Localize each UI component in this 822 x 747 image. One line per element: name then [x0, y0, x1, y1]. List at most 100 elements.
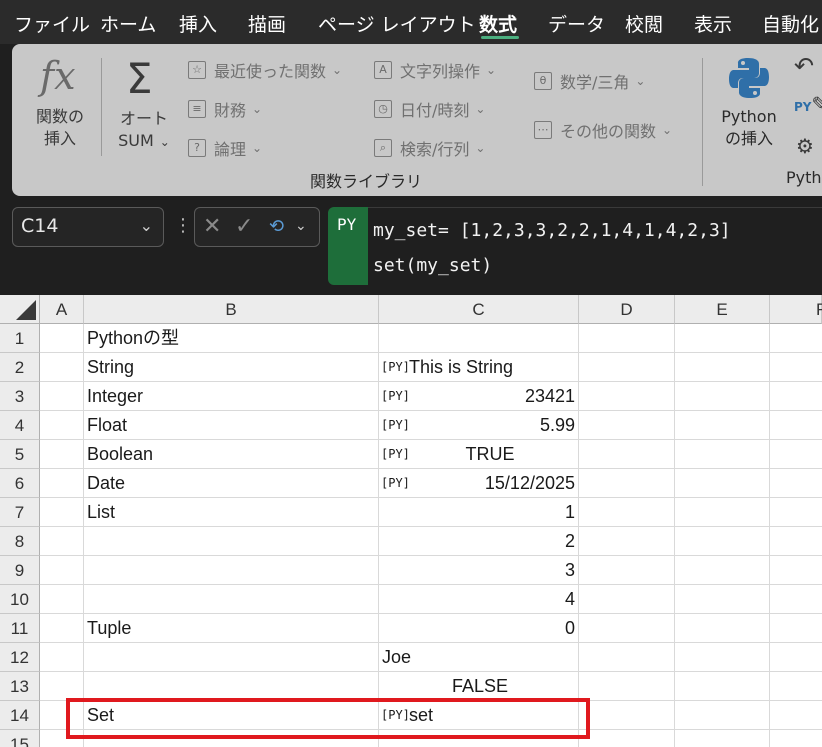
tab-review[interactable]: 校閲 — [625, 10, 663, 37]
row-header-13[interactable]: 13 — [0, 672, 40, 701]
column-header-d[interactable]: D — [579, 295, 675, 324]
column-header-b[interactable]: B — [84, 295, 379, 324]
magnifier-icon: ⌕ — [374, 139, 392, 157]
python-group-label: Pyth — [786, 168, 822, 187]
enter-check-icon[interactable]: ✓ — [235, 214, 253, 239]
column-header-e[interactable]: E — [675, 295, 770, 324]
name-box[interactable]: C14 ⌄ — [12, 207, 164, 247]
cell-b5[interactable]: Boolean — [87, 440, 153, 469]
row-header-4[interactable]: 4 — [0, 411, 40, 440]
recent-functions-label: 最近使った関数 — [214, 62, 327, 81]
tab-data[interactable]: データ — [548, 10, 605, 37]
text-functions-label: 文字列操作 — [400, 62, 481, 81]
name-box-value: C14 — [21, 215, 59, 237]
row-header-8[interactable]: 8 — [0, 527, 40, 556]
more-functions-label: その他の関数 — [560, 122, 657, 141]
tab-file[interactable]: ファイル — [14, 10, 90, 37]
formula-line-1: my_set= [1,2,3,3,2,2,1,4,1,4,2,3] — [373, 220, 731, 241]
python-editor-icon[interactable]: PY✎ — [794, 92, 822, 116]
cell-c6[interactable]: 15/12/2025 — [380, 469, 575, 498]
cell-c3[interactable]: 23421 — [380, 382, 575, 411]
cell-c7[interactable]: 1 — [380, 498, 575, 527]
grid-line — [769, 324, 770, 747]
row-header-11[interactable]: 11 — [0, 614, 40, 643]
lookup-button[interactable]: ⌕ 検索/行列 ⌄ — [374, 136, 485, 160]
cell-b4[interactable]: Float — [87, 411, 127, 440]
datetime-button[interactable]: ◷ 日付/時刻 ⌄ — [374, 97, 485, 121]
tab-view[interactable]: 表示 — [694, 10, 732, 37]
tab-draw[interactable]: 描画 — [248, 10, 286, 37]
row-header-2[interactable]: 2 — [0, 353, 40, 382]
cell-b6[interactable]: Date — [87, 469, 125, 498]
cell-c2[interactable]: This is String — [409, 353, 513, 382]
cell-b11[interactable]: Tuple — [87, 614, 131, 643]
cell-c13[interactable]: FALSE — [390, 672, 570, 701]
financial-button[interactable]: ≡ 財務 ⌄ — [188, 97, 262, 121]
cell-c11[interactable]: 0 — [380, 614, 575, 643]
row-header-7[interactable]: 7 — [0, 498, 40, 527]
text-functions-button[interactable]: A 文字列操作 ⌄ — [374, 58, 496, 82]
column-header-f[interactable]: F — [770, 295, 822, 324]
cell-c8[interactable]: 2 — [380, 527, 575, 556]
formula-actions: ✕ ✓ ⟲ ⌄ — [194, 207, 320, 247]
python-settings-icon[interactable]: ⚙ — [796, 134, 814, 158]
chevron-down-icon[interactable]: ⌄ — [295, 218, 307, 234]
grid-line — [674, 324, 675, 747]
row-header-10[interactable]: 10 — [0, 585, 40, 614]
insert-function-button[interactable]: fx 関数の 挿入 — [30, 54, 90, 154]
row-header-14[interactable]: 14 — [0, 701, 40, 730]
cell-c5[interactable]: TRUE — [400, 440, 580, 469]
vertical-ellipsis-icon[interactable]: ⋮ — [174, 215, 192, 236]
cell-b7[interactable]: List — [87, 498, 115, 527]
tab-insert[interactable]: 挿入 — [179, 10, 217, 37]
tab-home[interactable]: ホーム — [100, 10, 156, 37]
row-header-1[interactable]: 1 — [0, 324, 40, 353]
cell-c12[interactable]: Joe — [382, 643, 411, 672]
chevron-down-icon[interactable]: ⌄ — [140, 216, 153, 235]
more-functions-button[interactable]: ⋯ その他の関数 ⌄ — [534, 118, 672, 142]
star-icon: ☆ — [188, 61, 206, 79]
formula-line-2: set(my_set) — [373, 255, 493, 276]
insert-python-button[interactable]: Python の挿入 — [714, 52, 784, 162]
column-header-c[interactable]: C — [379, 295, 579, 324]
tab-automate[interactable]: 自動化 — [762, 10, 819, 37]
grid-line — [83, 324, 84, 747]
cell-c4[interactable]: 5.99 — [380, 411, 575, 440]
grid-line — [378, 324, 379, 747]
cell-b1[interactable]: Pythonの型 — [87, 324, 179, 353]
question-icon: ? — [188, 139, 206, 157]
row-header-5[interactable]: 5 — [0, 440, 40, 469]
spreadsheet-grid: A B C D E F 1 2 3 4 5 6 7 8 9 10 11 12 13 14 15 Python… — [0, 295, 822, 747]
cell-c9[interactable]: 3 — [380, 556, 575, 585]
clock-icon: ◷ — [374, 100, 392, 118]
row-header-9[interactable]: 9 — [0, 556, 40, 585]
row-header-3[interactable]: 3 — [0, 382, 40, 411]
select-all-button[interactable] — [0, 295, 40, 324]
cell-b3[interactable]: Integer — [87, 382, 143, 411]
python-logo-icon — [729, 58, 769, 98]
autosum-label-2: SUM ⌄ — [118, 131, 170, 150]
python-output-icon[interactable]: ⟲ — [269, 216, 284, 237]
math-button[interactable]: θ 数学/三角 ⌄ — [534, 69, 645, 93]
cell-c10[interactable]: 4 — [380, 585, 575, 614]
python-badge-label: PY — [337, 215, 357, 234]
recent-functions-button[interactable]: ☆ 最近使った関数 ⌄ — [188, 58, 342, 82]
row-header-6[interactable]: 6 — [0, 469, 40, 498]
row-header-12[interactable]: 12 — [0, 643, 40, 672]
more-icon: ⋯ — [534, 121, 552, 139]
column-header-a[interactable]: A — [40, 295, 84, 324]
autosum-button[interactable]: Σ オート SUM ⌄ — [112, 54, 176, 154]
logical-button[interactable]: ? 論理 ⌄ — [188, 136, 262, 160]
cell-b2[interactable]: String — [87, 353, 134, 382]
math-label: 数学/三角 — [560, 73, 630, 92]
ribbon: fx 関数の 挿入 Σ オート SUM ⌄ ☆ 最近使った関数 ⌄ ≡ 財務 ⌄ ? 論理 ⌄… — [12, 44, 822, 196]
formula-bar[interactable]: my_set= [1,2,3,3,2,2,1,4,1,4,2,3] set(my… — [368, 207, 822, 285]
ribbon-separator — [702, 58, 703, 186]
tab-formulas[interactable]: 数式 — [479, 10, 517, 37]
row-header-15[interactable]: 15 — [0, 730, 40, 747]
active-tab-indicator — [481, 36, 519, 39]
python-mode-badge[interactable]: PY — [328, 207, 368, 285]
undo-icon[interactable]: ↶ — [794, 52, 814, 80]
tab-page-layout[interactable]: ページ レイアウト — [318, 10, 476, 37]
cancel-icon[interactable]: ✕ — [203, 214, 221, 239]
